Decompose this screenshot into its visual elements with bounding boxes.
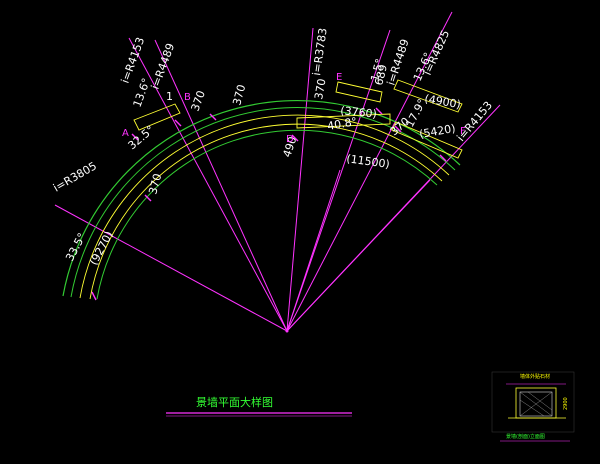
point-label: B (184, 92, 191, 103)
dimension-label: (4900) (423, 92, 461, 111)
radius-label: i=R3805 (51, 159, 99, 194)
radius-label: i=R3783 (310, 27, 330, 76)
radial-line (286, 27, 314, 332)
radius-label: i=R4489 (149, 42, 178, 91)
thumbnail-dim: 2900 (563, 397, 569, 410)
elevation-thumbnail: 墙体外贴石材 2900 景墙(剖面)立面图 (491, 371, 575, 442)
thumbnail-hatch (519, 391, 553, 417)
radial-line (286, 179, 431, 332)
radial-line (286, 169, 341, 332)
point-label: A (122, 128, 129, 139)
dimension-label: (11500) (346, 152, 391, 171)
plan-drawing: i=R4153 i=R4489 i=R3805 i=R3783 i=R4489 … (51, 11, 575, 442)
radial-line (154, 39, 288, 332)
dimension-label: (5420) (418, 122, 456, 141)
tick (91, 291, 97, 301)
point-label: F (460, 126, 466, 137)
point-label: E (336, 72, 342, 83)
angle-label: 13.6° (131, 76, 153, 109)
angle-label: 33.5° (63, 231, 89, 264)
point-label: 1 (166, 90, 173, 103)
dimension-label: 370 (230, 83, 248, 107)
arc-center-point (285, 329, 289, 333)
thumbnail-wall (515, 387, 557, 419)
wall-inner-arc-2 (89, 123, 443, 300)
point-label: D (286, 134, 294, 145)
dimension-label: 370 (312, 78, 328, 101)
thumbnail-note: 墙体外贴石材 (520, 373, 550, 380)
dimension-label: 370 (146, 172, 164, 196)
drawing-title: 景墙平面大样图 (196, 395, 273, 409)
wall-base-arc (96, 129, 438, 300)
drawing-labels: i=R4153 i=R4489 i=R3805 i=R3783 i=R4489 … (51, 27, 495, 267)
cad-drawing-canvas: i=R4153 i=R4489 i=R3805 i=R3783 i=R4489 … (0, 0, 600, 464)
radius-label: i=R4489 (384, 37, 411, 87)
angle-label: 32.5° (126, 123, 157, 152)
radial-line (54, 204, 288, 332)
dimension-label: 370 (189, 89, 208, 113)
thumbnail-title: 景墙(剖面)立面图 (506, 433, 545, 440)
